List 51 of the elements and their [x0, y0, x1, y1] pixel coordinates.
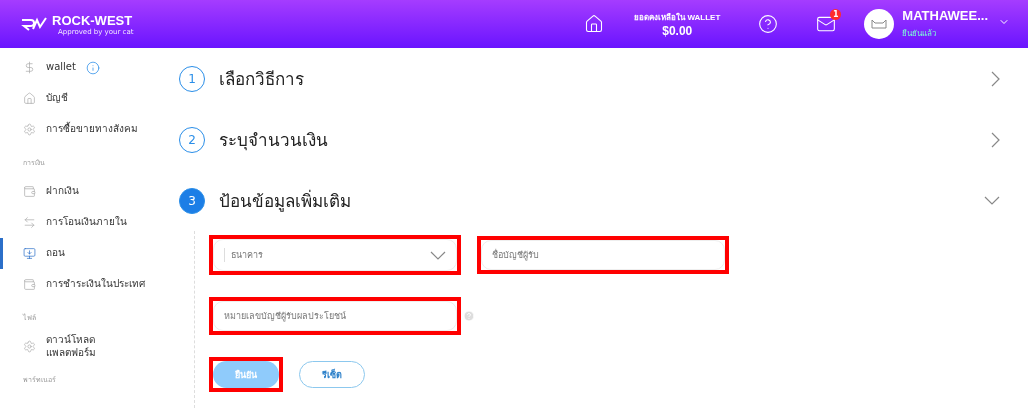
menu-label: ถอน [46, 247, 65, 260]
sidebar-item[interactable]: บัญชี [0, 83, 165, 114]
menu-label: การชำระเงินในประเทศ [46, 278, 145, 291]
chevron-down-icon [984, 196, 1000, 205]
help-icon[interactable] [758, 14, 779, 34]
menu-icon [23, 216, 36, 229]
menu-icon [23, 185, 36, 198]
sidebar-item[interactable]: การชำระเงินในประเทศ [0, 269, 165, 300]
step-header[interactable]: 1 เลือกวิธีการ [179, 48, 1000, 109]
sidebar-item[interactable]: ดาวน์โหลด แพลตฟอร์ม [0, 331, 165, 362]
step-title: เลือกวิธีการ [219, 68, 305, 91]
sidebar-item[interactable]: wallet [0, 52, 165, 83]
step-title: ระบุจำนวนเงิน [219, 129, 329, 153]
menu-label: wallet [46, 61, 76, 74]
reset-button[interactable]: รีเซ็ต [299, 361, 365, 388]
menu-icon [23, 278, 36, 291]
step-number: 1 [179, 65, 205, 92]
step-number: 2 [179, 126, 205, 153]
menu-label: ฝากเงิน [46, 185, 79, 198]
brand-name: ROCK-WEST [52, 12, 134, 28]
chevron-right-icon [991, 131, 1000, 148]
menu-icon [23, 92, 36, 105]
input-field[interactable]: หมายเลขบัญชีผู้รับผลประโยชน์ [213, 301, 457, 331]
menu-icon [23, 340, 36, 353]
step-number: 3 [179, 187, 205, 214]
menu-icon [23, 123, 36, 136]
menu-label: การซื้อขายทางสังคม [46, 123, 138, 136]
user-name[interactable]: MATHAWEE... [902, 8, 988, 23]
step-header[interactable]: 3 ป้อนข้อมูลเพิ่มเติม [179, 170, 1000, 231]
sidebar-item[interactable]: การซื้อขายทางสังคม [0, 114, 165, 145]
chevron-right-icon [991, 70, 1000, 87]
step-header[interactable]: 2 ระบุจำนวนเงิน [179, 109, 1000, 170]
menu-label: ดาวน์โหลด แพลตฟอร์ม [46, 334, 96, 359]
menu-icon [23, 247, 36, 260]
bank-select[interactable]: ธนาคาร [213, 239, 457, 271]
balance-value: $0.00 [662, 23, 693, 38]
menu-icon [23, 61, 36, 74]
notification-badge: 1 [830, 9, 842, 20]
user-status: ยืนยันแล้ว [902, 28, 938, 40]
balance-label: ยอดคงเหลือใน WALLET [634, 11, 721, 24]
chevron-down-icon [430, 250, 446, 260]
sidebar-item[interactable]: ฝากเงิน [0, 176, 165, 207]
menu-label: บัญชี [46, 92, 68, 105]
sidebar-item[interactable]: ถอน [0, 238, 165, 269]
logo-icon [20, 17, 48, 31]
menu-label: การโอนเงินภายใน [46, 216, 127, 229]
avatar-icon[interactable] [864, 9, 895, 39]
sidebar-item[interactable]: การโอนเงินภายใน [0, 207, 165, 238]
input-field[interactable]: ชื่อบัญชีผู้รับ [481, 240, 725, 270]
step-title: ป้อนข้อมูลเพิ่มเติม [219, 188, 352, 214]
home-icon[interactable] [584, 14, 605, 34]
